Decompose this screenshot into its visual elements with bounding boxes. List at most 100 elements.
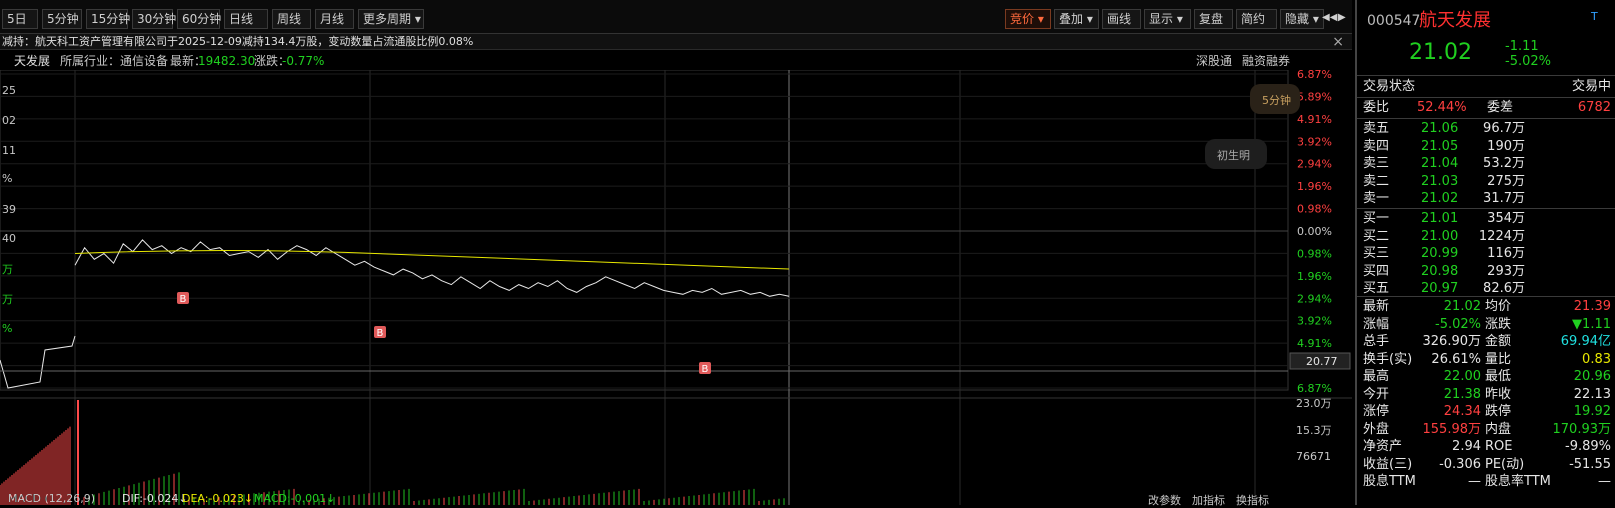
- stat-value: 326.90万: [1422, 334, 1482, 349]
- bid-volume: 293万: [1487, 263, 1525, 279]
- stat-row: 最新 21.02 均价 21.39: [1357, 298, 1615, 316]
- ask-price: 21.04: [1421, 156, 1459, 171]
- buy-marker-label: B: [702, 364, 709, 375]
- stat-row: 外盘 155.98万 内盘 170.93万: [1357, 421, 1615, 439]
- ask-price: 21.02: [1421, 191, 1459, 206]
- period-toolbar: 5日 5分钟 15分钟 30分钟 60分钟 日线 周线 月线 更多周期 ▾ 竞价 ▾ 叠加 ▾ 画线显…: [0, 0, 1352, 34]
- stat-value: -0.306: [1439, 456, 1481, 472]
- bid-volume: 1224万: [1478, 228, 1525, 244]
- close-icon[interactable]: ×: [1332, 34, 1344, 50]
- axis-tick-label: 2.94%: [1297, 158, 1332, 171]
- stat-label: 内盘: [1485, 421, 1512, 437]
- stat-label: 今开: [1363, 386, 1390, 402]
- tool-button[interactable]: 画线: [1102, 9, 1141, 29]
- stat-value: 21.02: [1443, 299, 1481, 314]
- period-button[interactable]: 更多周期 ▾: [358, 9, 424, 29]
- axis-tick-label: 4.91%: [1297, 337, 1332, 350]
- notice-bar: 减持：航天科工资产管理有限公司于2025-12-09减持134.4万股，变动数量…: [0, 34, 1352, 50]
- link-hk-connect[interactable]: 深股通: [1196, 52, 1232, 70]
- ask-row[interactable]: 卖五 21.06 96.7万: [1357, 120, 1615, 138]
- tool-button[interactable]: 竞价 ▾: [1005, 9, 1051, 29]
- axis-tick-label: 1.96%: [1297, 180, 1332, 193]
- ask-price: 21.06: [1421, 121, 1459, 136]
- ask-row[interactable]: 卖二 21.03 275万: [1357, 173, 1615, 191]
- premarket-line: [0, 335, 76, 389]
- period-button[interactable]: 30分钟: [132, 9, 176, 29]
- macd-value: MACD:-0.001↓: [254, 492, 336, 505]
- axis-tick-label: 0.98%: [1297, 247, 1332, 260]
- tool-button[interactable]: 隐藏 ▾: [1280, 9, 1324, 29]
- stat-label: 股息TTM: [1363, 474, 1416, 489]
- macd-label: MACD (12,26,9): [8, 492, 96, 505]
- period-button[interactable]: 60分钟: [177, 9, 221, 29]
- period-button[interactable]: 15分钟: [86, 9, 130, 29]
- axis-tick-label: 6.87%: [1297, 382, 1332, 395]
- tool-button[interactable]: 叠加 ▾: [1054, 9, 1099, 29]
- period-button[interactable]: 周线: [272, 9, 311, 29]
- stat-value: 22.13: [1573, 386, 1611, 402]
- ask-row[interactable]: 卖四 21.05 190万: [1357, 138, 1615, 156]
- ask-row[interactable]: 卖一 21.02 31.7万: [1357, 190, 1615, 208]
- current-price: 21.02: [1409, 40, 1472, 65]
- status-label: 交易状态: [1363, 79, 1416, 94]
- indicator-link[interactable]: 加指标: [1192, 492, 1225, 508]
- stat-label: PE(动): [1485, 456, 1525, 472]
- stat-value: —: [1598, 474, 1611, 489]
- industry-label: 所属行业：通信设备: [60, 54, 169, 68]
- nav-arrow-icon[interactable]: ◀◀: [1322, 9, 1338, 29]
- ask-label: 卖一: [1363, 191, 1390, 206]
- nav-arrow-icon[interactable]: ▶: [1338, 9, 1354, 29]
- tool-button[interactable]: 显示 ▾: [1144, 9, 1191, 29]
- diff-label: 委差: [1487, 100, 1514, 115]
- period-button[interactable]: 月线: [315, 9, 354, 29]
- stat-value: 20.96: [1573, 369, 1611, 384]
- bid-volume: 354万: [1487, 211, 1525, 226]
- tool-button[interactable]: 复盘: [1194, 9, 1233, 29]
- bid-row[interactable]: 买二 21.00 1224万: [1357, 228, 1615, 246]
- stat-value: -51.55: [1569, 456, 1611, 472]
- ask-price: 21.05: [1421, 138, 1459, 154]
- stat-value: 21.39: [1573, 299, 1611, 314]
- left-axis-label: 万: [2, 263, 13, 276]
- ask-volume: 53.2万: [1483, 156, 1525, 171]
- help-badge: 初生明: [1217, 148, 1250, 162]
- stat-label: 跌停: [1485, 404, 1512, 419]
- indicator-link[interactable]: 改参数: [1148, 492, 1181, 508]
- stat-row: 收益(三) -0.306 PE(动) -51.55: [1357, 456, 1615, 474]
- bid-price: 21.00: [1421, 228, 1459, 244]
- bid-row[interactable]: 买一 21.01 354万: [1357, 210, 1615, 228]
- ask-price: 21.03: [1421, 173, 1459, 189]
- ask-volume: 96.7万: [1483, 121, 1525, 136]
- price-line: [74, 239, 790, 297]
- volume-axis-label: 15.3万: [1296, 424, 1332, 437]
- axis-tick-label: 5.89%: [1297, 90, 1332, 103]
- stat-row: 净资产 2.94 ROE -9.89%: [1357, 438, 1615, 456]
- period-button[interactable]: 5分钟: [42, 9, 82, 29]
- period-button[interactable]: 5日: [2, 9, 38, 29]
- indicator-link[interactable]: 换指标: [1236, 492, 1269, 508]
- bid-label: 买四: [1363, 263, 1390, 279]
- latest-value: 19482.30: [198, 54, 256, 68]
- tool-button[interactable]: 简约: [1236, 9, 1277, 29]
- intraday-chart[interactable]: 6.87% 5.89% 4.91% 3.92% 2.94% 1.96% 0.98% 0.00%…: [0, 70, 1352, 505]
- buy-marker-label: B: [377, 328, 384, 339]
- ask-volume: 275万: [1487, 173, 1525, 189]
- stat-row: 今开 21.38 昨收 22.13: [1357, 386, 1615, 404]
- ask-row[interactable]: 卖三 21.04 53.2万: [1357, 155, 1615, 173]
- period-button[interactable]: 日线: [224, 9, 268, 29]
- stat-value: 19.92: [1573, 404, 1611, 419]
- diff-value: 6782: [1577, 100, 1611, 115]
- stat-label: 换手(实): [1363, 351, 1413, 367]
- left-axis-label: 39: [2, 203, 16, 216]
- bid-row[interactable]: 买三 20.99 116万: [1357, 245, 1615, 263]
- stat-value: 2.94: [1452, 439, 1481, 454]
- bid-label: 买二: [1363, 228, 1390, 244]
- axis-tick-label: 3.92%: [1297, 315, 1332, 328]
- ratio-label: 委比: [1363, 100, 1390, 115]
- ask-label: 卖三: [1363, 156, 1390, 171]
- link-margin[interactable]: 融资融券: [1242, 52, 1290, 70]
- stat-row: 涨幅 -5.02% 涨跌 ▼1.11: [1357, 316, 1615, 334]
- bid-row[interactable]: 买四 20.98 293万: [1357, 263, 1615, 281]
- stat-value: 22.00: [1443, 369, 1481, 384]
- ask-volume: 31.7万: [1483, 191, 1525, 206]
